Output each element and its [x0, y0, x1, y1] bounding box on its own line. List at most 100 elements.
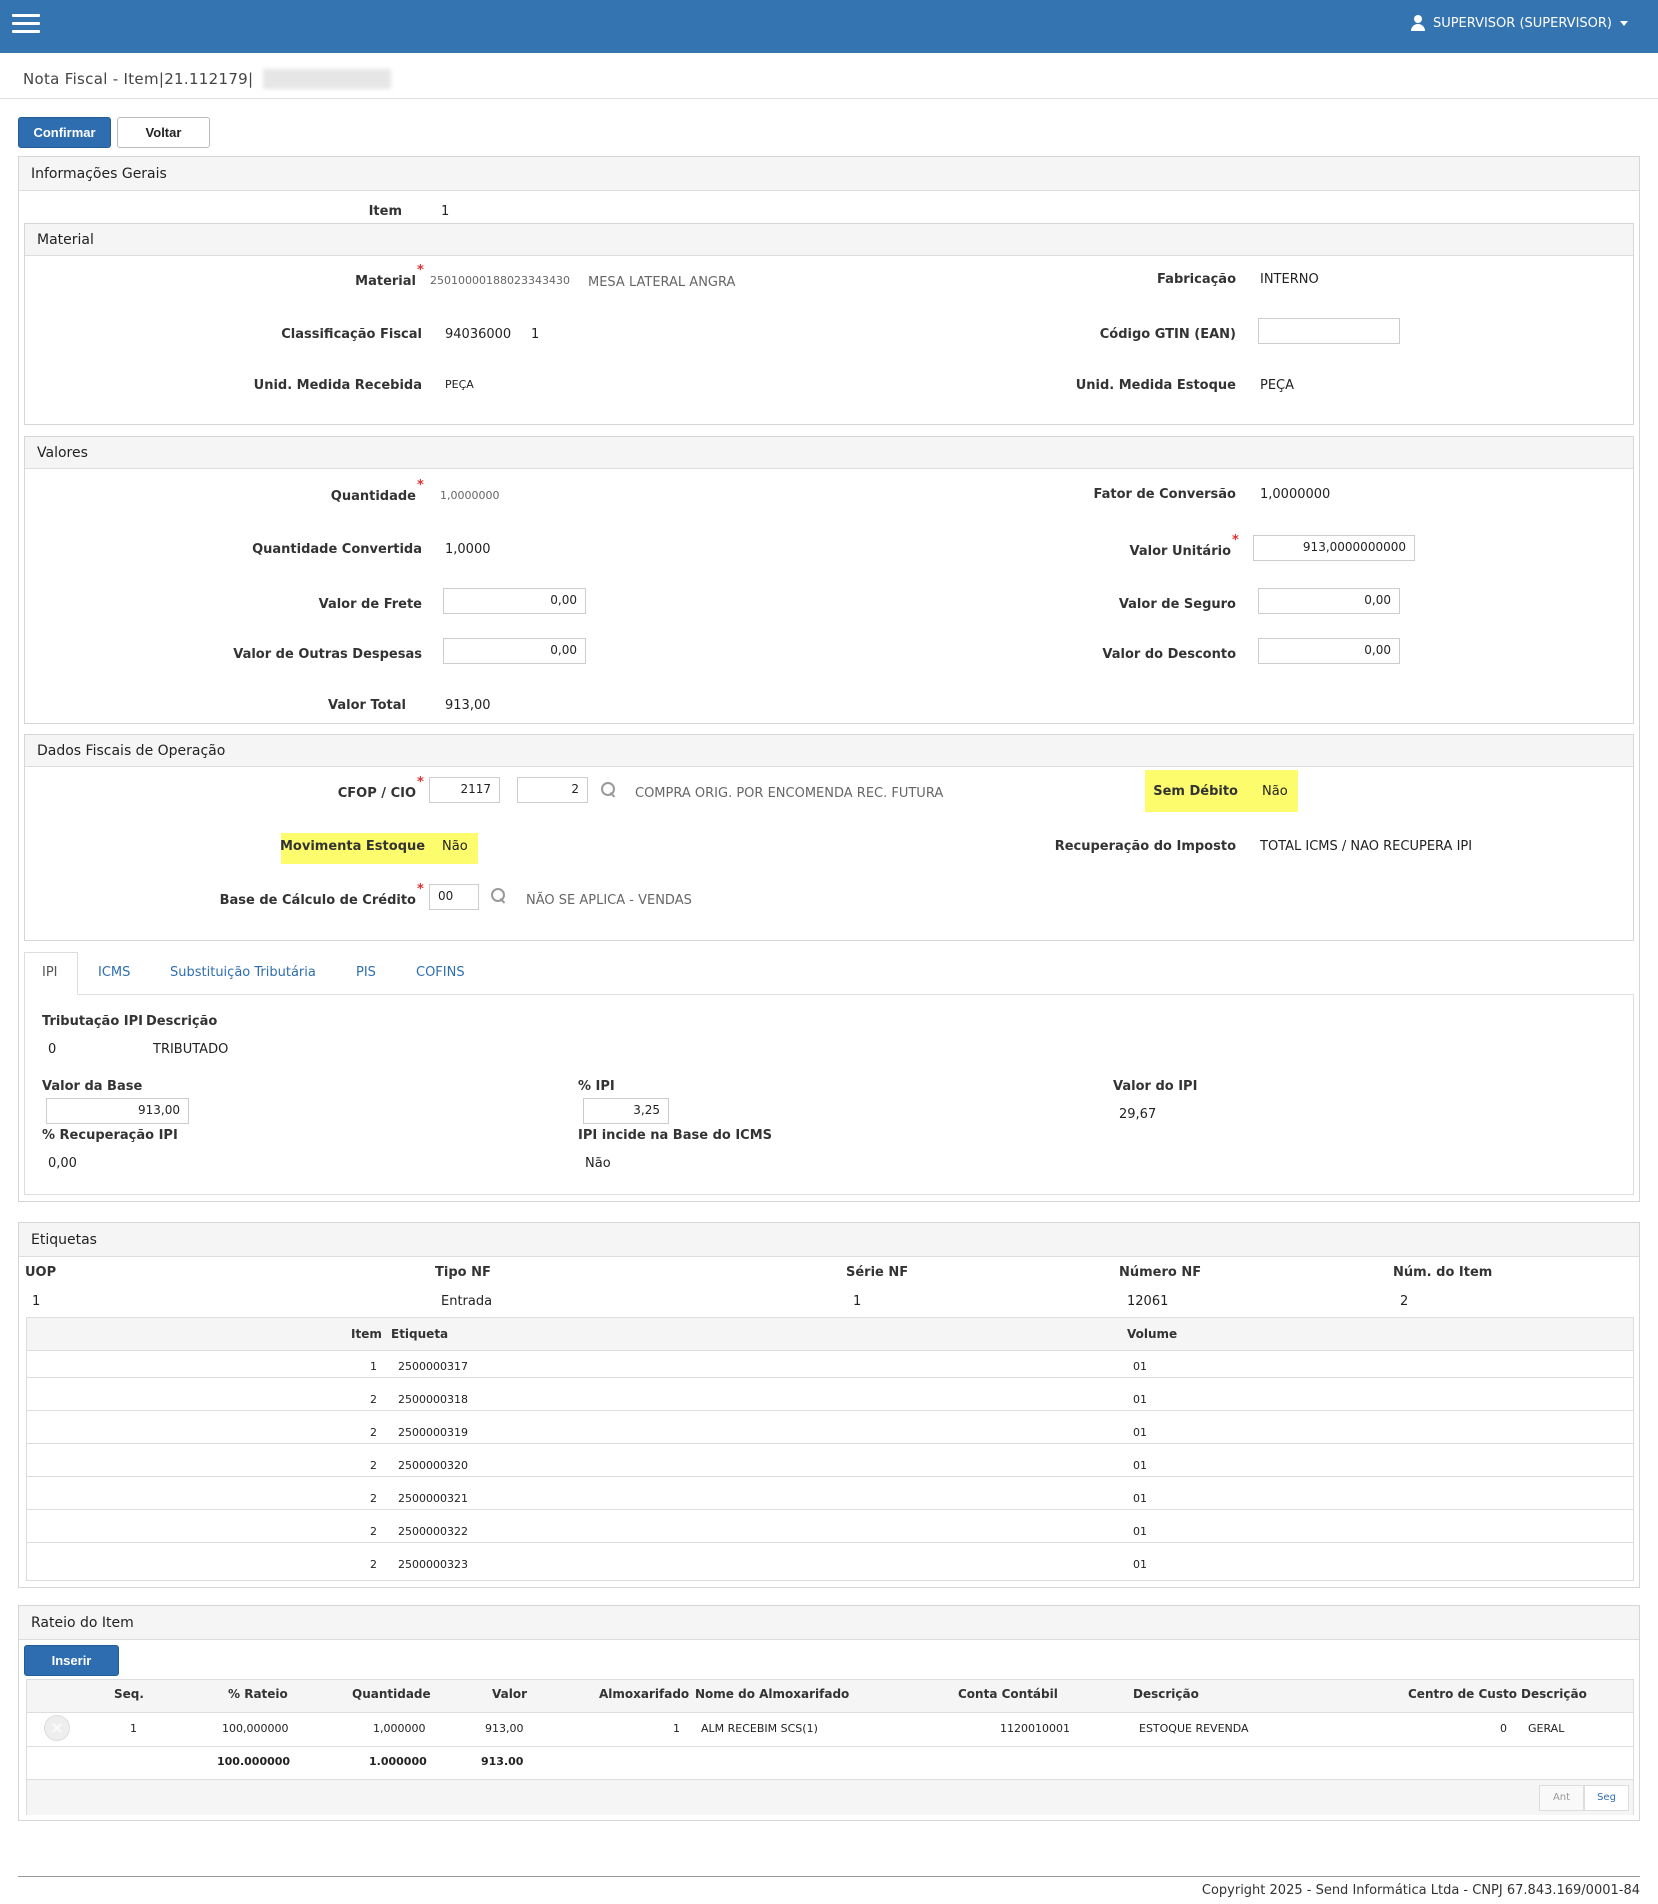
valor-base-input[interactable]: 913,00 [46, 1098, 189, 1124]
valor-total-value: 913,00 [445, 698, 491, 713]
outras-despesas-label: Valor de Outras Despesas [233, 647, 422, 662]
base-credito-description: NÃO SE APLICA - VENDAS [526, 893, 692, 908]
required-marker: * [417, 775, 424, 790]
rateio-cell: 1,000000 [373, 1722, 426, 1735]
num-item-header: Núm. do Item [1393, 1265, 1493, 1280]
pct-ipi-input[interactable]: 3,25 [583, 1098, 669, 1124]
rateio-cell: ESTOQUE REVENDA [1139, 1722, 1249, 1735]
row-divider [27, 1476, 1633, 1477]
top-bar: SUPERVISOR (SUPERVISOR) [0, 0, 1658, 53]
valor-ipi-value: 29,67 [1119, 1107, 1157, 1122]
rateio-cell: GERAL [1528, 1722, 1565, 1735]
item-col-header: Item [351, 1327, 382, 1341]
frete-label: Valor de Frete [318, 597, 422, 612]
descricao-label: Descrição [146, 1014, 218, 1029]
material-name: MESA LATERAL ANGRA [588, 275, 736, 290]
quantidade-value: 1,0000000 [440, 489, 500, 502]
serie-nf-header: Série NF [846, 1265, 909, 1280]
redacted-text [263, 69, 391, 89]
valor-base-label: Valor da Base [42, 1079, 143, 1094]
serie-nf-value: 1 [853, 1294, 862, 1309]
table-cell-etiqueta: 2500000320 [398, 1459, 468, 1472]
numero-nf-value: 12061 [1127, 1294, 1169, 1309]
material-label: Material [355, 274, 416, 289]
recuperacao-value: TOTAL ICMS / NAO RECUPERA IPI [1260, 839, 1473, 854]
insert-button[interactable]: Inserir [24, 1645, 119, 1676]
quantidade-label: Quantidade [330, 489, 416, 504]
table-footer [27, 1779, 1633, 1815]
table-cell-volume: 01 [1133, 1459, 1147, 1472]
table-cell-etiqueta: 2500000317 [398, 1360, 468, 1373]
table-cell-etiqueta: 2500000322 [398, 1525, 468, 1538]
table-cell-volume: 01 [1133, 1492, 1147, 1505]
rateio-cell: 1 [673, 1722, 680, 1735]
base-credito-label: Base de Cálculo de Crédito [219, 893, 416, 908]
valor-total-label: Valor Total [328, 698, 406, 713]
tab-substituicao-tributaria[interactable]: Substituição Tributária [170, 965, 316, 995]
tab-icms[interactable]: ICMS [98, 965, 130, 995]
tipo-nf-header: Tipo NF [435, 1265, 491, 1280]
valor-unitario-input[interactable]: 913,0000000000 [1253, 535, 1415, 561]
user-menu[interactable]: SUPERVISOR (SUPERVISOR) [1410, 15, 1628, 31]
gtin-input[interactable] [1258, 318, 1400, 344]
table-cell-item: 2 [370, 1393, 377, 1406]
rateio-col-header: Quantidade [352, 1687, 431, 1701]
rateio-col-header: Nome do Almoxarifado [695, 1687, 850, 1701]
descricao-value: TRIBUTADO [153, 1042, 229, 1057]
table-cell-volume: 01 [1133, 1426, 1147, 1439]
movimenta-estoque-value: Não [442, 839, 468, 854]
seguro-label: Valor de Seguro [1118, 597, 1236, 612]
classificacao-extra: 1 [531, 327, 540, 342]
rateio-cell: 0 [1500, 1722, 1507, 1735]
desconto-input[interactable]: 0,00 [1258, 638, 1400, 664]
rateio-col-header: Descrição [1521, 1687, 1587, 1701]
confirm-button[interactable]: Confirmar [18, 117, 111, 148]
tab-cofins[interactable]: COFINS [416, 965, 465, 995]
tab-ipi[interactable]: IPI [42, 965, 58, 995]
rateio-col-header: Seq. [114, 1687, 144, 1701]
cfop-input[interactable]: 2117 [429, 777, 500, 803]
row-divider [27, 1377, 1633, 1378]
seguro-input[interactable]: 0,00 [1258, 588, 1400, 614]
section-title: Valores [25, 437, 1633, 469]
tab-pis[interactable]: PIS [356, 965, 376, 995]
remove-row-icon[interactable]: × [44, 1715, 70, 1741]
num-item-value: 2 [1400, 1294, 1409, 1309]
outras-despesas-input[interactable]: 0,00 [443, 638, 586, 664]
rateio-cell: 1 [130, 1722, 137, 1735]
qtd-convertida-label: Quantidade Convertida [252, 542, 422, 557]
pager-prev-button[interactable]: Ant [1539, 1785, 1584, 1811]
table-cell-volume: 01 [1133, 1558, 1147, 1571]
page-title: Nota Fiscal - Item|21.112179| [23, 70, 254, 88]
dados-fiscais-section: Dados Fiscais de Operação [24, 734, 1634, 941]
cfop-label: CFOP / CIO [337, 786, 416, 801]
frete-input[interactable]: 0,00 [443, 588, 586, 614]
required-marker: * [417, 882, 424, 897]
search-icon[interactable] [601, 782, 617, 798]
valor-unitario-label: Valor Unitário [1129, 544, 1232, 559]
total-quantidade: 1.000000 [369, 1755, 427, 1768]
unid-recebida-label: Unid. Medida Recebida [253, 378, 422, 393]
search-icon[interactable] [491, 888, 507, 904]
divider [0, 98, 1658, 99]
table-cell-item: 2 [370, 1525, 377, 1538]
required-marker: * [417, 478, 424, 493]
back-button[interactable]: Voltar [117, 117, 210, 148]
row-divider [27, 1542, 1633, 1543]
ipi-incide-value: Não [585, 1156, 611, 1171]
table-cell-item: 2 [370, 1426, 377, 1439]
pager-next-button[interactable]: Seg [1584, 1785, 1629, 1811]
fabricacao-label: Fabricação [1157, 272, 1236, 287]
table-cell-item: 2 [370, 1558, 377, 1571]
rateio-cell: 100,000000 [222, 1722, 289, 1735]
cio-input[interactable]: 2 [517, 777, 588, 803]
movimenta-estoque-label: Movimenta Estoque [280, 839, 426, 854]
hamburger-menu-icon[interactable] [12, 14, 40, 36]
qtd-convertida-value: 1,0000 [445, 542, 491, 557]
tab-content [24, 994, 1634, 1195]
tributacao-ipi-label: Tributação IPI [42, 1014, 143, 1029]
uop-header: UOP [25, 1265, 57, 1280]
table-cell-item: 2 [370, 1459, 377, 1472]
base-credito-input[interactable]: 00 [429, 884, 479, 910]
numero-nf-header: Número NF [1119, 1265, 1202, 1280]
